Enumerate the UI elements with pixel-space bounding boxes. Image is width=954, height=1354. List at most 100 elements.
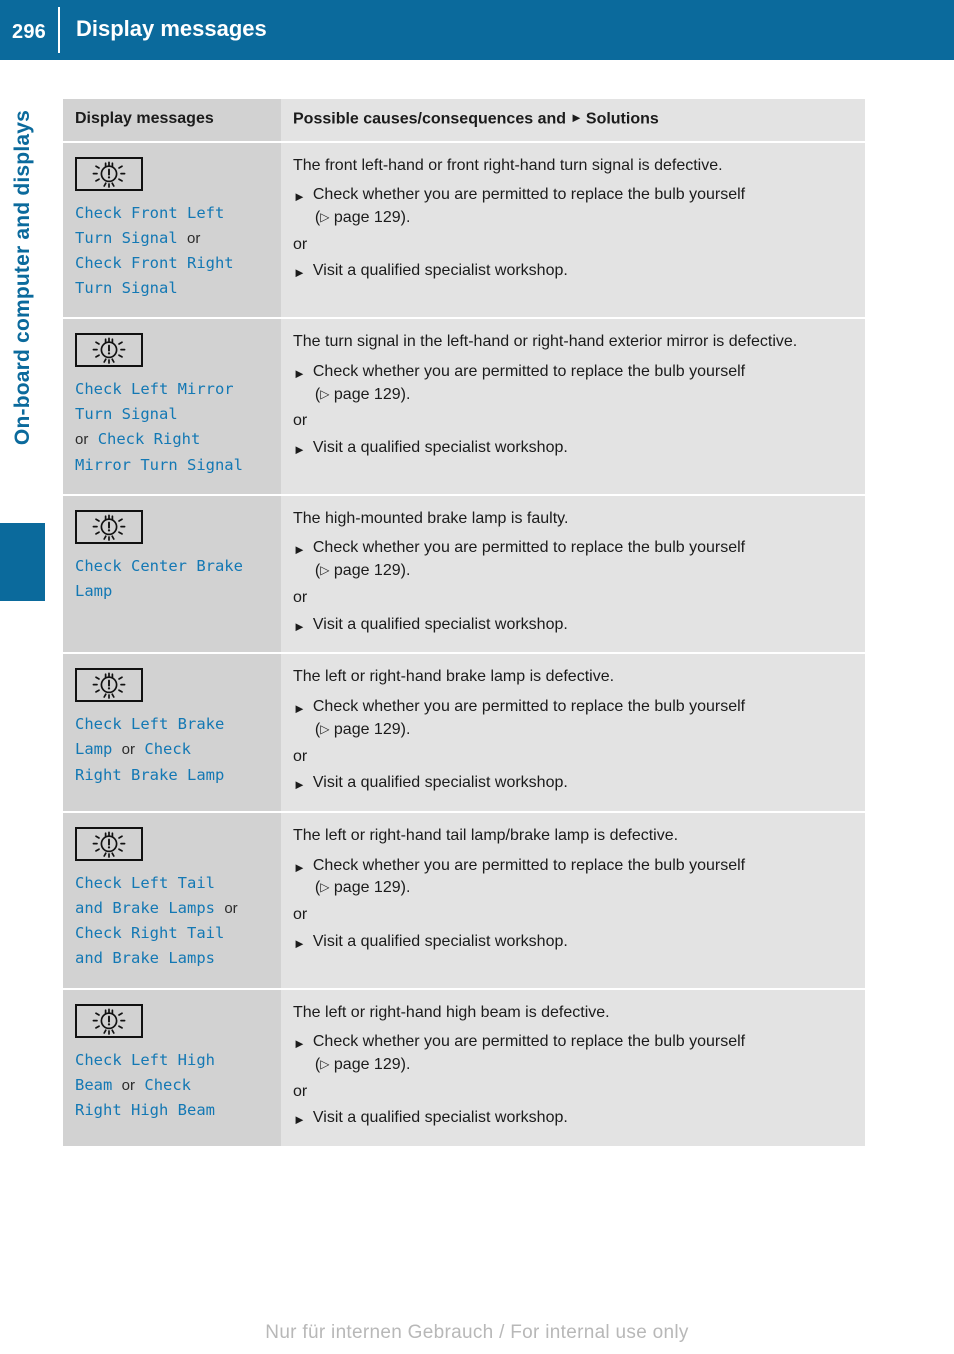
cause-text: The turn signal in the left-hand or righ… bbox=[293, 333, 798, 351]
solution-item: ► Check whether you are permitted to repl… bbox=[293, 184, 851, 229]
solution-body: Visit a qualified specialist workshop. bbox=[312, 262, 568, 280]
solution-text: Check whether you are permitted to repla… bbox=[312, 186, 746, 204]
column-header-causes-text: Possible causes/consequences and bbox=[293, 110, 567, 128]
display-message-line: Check Right Tail bbox=[75, 921, 273, 946]
outline-triangle-icon: ▷ bbox=[320, 209, 330, 224]
page-title: Display messages bbox=[76, 16, 267, 41]
cause-solution-cell: The high-mounted brake lamp is faulty. ► C… bbox=[281, 494, 865, 655]
message-conjunction: or bbox=[121, 741, 136, 759]
solution-item: ► Check whether you are permitted to repl… bbox=[293, 537, 851, 582]
solution-body: Visit a qualified specialist workshop. bbox=[312, 439, 568, 456]
solution-item: ► Visit a qualified specialist workshop. bbox=[293, 260, 851, 283]
message-code-fragment: Turn Signal bbox=[75, 228, 178, 247]
or-separator: or bbox=[293, 747, 308, 765]
column-header-causes-solutions: Possible causes/consequences and ► Solutio… bbox=[281, 99, 865, 143]
bulb-warning-icon bbox=[75, 156, 143, 191]
page-reference-text: page 129). bbox=[333, 385, 411, 403]
display-message-cell: Check Left Brake Lamp or Check Right Brake… bbox=[63, 653, 281, 813]
solution-item: ► Visit a qualified specialist workshop. bbox=[293, 1107, 851, 1130]
outline-triangle-icon: ▷ bbox=[320, 1057, 330, 1071]
table-row: Check Left High Beam or Check Right High B… bbox=[63, 988, 865, 1149]
solution-body: Check whether you are permitted to repla… bbox=[313, 696, 745, 741]
page-reference: (▷ page 129). bbox=[314, 879, 411, 897]
solid-triangle-icon: ► bbox=[293, 265, 306, 281]
display-message-text: Check Left Brake Lamp or Check Right Brake… bbox=[75, 712, 273, 788]
solution-body: Visit a qualified specialist workshop. bbox=[312, 774, 568, 792]
column-header-display-messages: Display messages bbox=[63, 99, 281, 143]
message-code-fragment: Check Left Tail bbox=[75, 873, 215, 892]
chapter-label: On-board computer and displays bbox=[0, 110, 46, 530]
display-message-cell: Check Front Left Turn Signal or Check Fro… bbox=[63, 141, 281, 320]
outline-triangle-icon: ▷ bbox=[320, 386, 330, 401]
display-message-line: Check Front Left bbox=[75, 201, 273, 226]
cause-text: The high-mounted brake lamp is faulty. bbox=[293, 509, 569, 527]
cause-solution-cell: The left or right-hand high beam is defe… bbox=[281, 988, 865, 1149]
solution-body: Check whether you are permitted to repla… bbox=[313, 855, 745, 900]
display-message-cell: Check Left Tail and Brake Lamps or Check R… bbox=[63, 811, 281, 990]
header-divider bbox=[58, 7, 60, 53]
message-code-fragment: Right Brake Lamp bbox=[75, 765, 225, 784]
display-message-line: and Brake Lamps or bbox=[75, 896, 273, 921]
table-row: Check Left Tail and Brake Lamps or Check R… bbox=[63, 811, 865, 990]
display-message-line: Check Center Brake bbox=[75, 554, 273, 579]
display-message-cell: Check Left Mirror Turn Signal or Check Rig… bbox=[63, 318, 281, 496]
page-reference-text: page 129). bbox=[333, 720, 411, 738]
cause-text: The left or right-hand brake lamp is def… bbox=[293, 668, 615, 686]
display-message-line: Check Left High bbox=[75, 1048, 273, 1073]
bulb-warning-icon bbox=[75, 333, 143, 368]
message-code-fragment: Check bbox=[144, 740, 192, 759]
page-reference: (▷ page 129). bbox=[314, 385, 411, 403]
solid-triangle-icon: ► bbox=[293, 618, 306, 634]
cause-solution-cell: The left or right-hand brake lamp is def… bbox=[281, 653, 865, 813]
display-message-text: Check Front Left Turn Signal or Check Fro… bbox=[75, 201, 273, 302]
page-header: 296 Display messages bbox=[0, 0, 954, 60]
or-separator: or bbox=[293, 1082, 308, 1100]
cause-text: The left or right-hand high beam is defe… bbox=[293, 1003, 610, 1021]
solid-triangle-icon: ► bbox=[293, 777, 306, 793]
bulb-warning-icon bbox=[75, 509, 143, 544]
solid-triangle-icon: ► bbox=[293, 701, 306, 717]
message-conjunction: or bbox=[75, 431, 89, 449]
message-code-fragment: Check Center Brake bbox=[75, 556, 243, 575]
message-code-fragment: Right High Beam bbox=[75, 1100, 215, 1119]
page-reference-text: page 129). bbox=[333, 1056, 411, 1073]
page-reference-text: page 129). bbox=[333, 879, 411, 897]
solution-text: Check whether you are permitted to repla… bbox=[312, 539, 746, 557]
message-code-fragment: Check Left Brake bbox=[75, 715, 225, 734]
display-message-cell: Check Left High Beam or Check Right High B… bbox=[63, 988, 281, 1149]
or-separator: or bbox=[293, 235, 308, 253]
display-message-line: Check Left Tail bbox=[75, 871, 273, 896]
outline-triangle-icon: ▷ bbox=[320, 721, 330, 736]
display-message-line: Lamp bbox=[75, 579, 273, 604]
solution-body: Check whether you are permitted to repla… bbox=[313, 184, 745, 229]
message-code-fragment: Mirror Turn Signal bbox=[75, 455, 243, 474]
display-message-line: Mirror Turn Signal bbox=[75, 453, 273, 478]
page-reference-text: page 129). bbox=[333, 562, 411, 580]
solid-triangle-icon: ► bbox=[293, 1036, 306, 1052]
display-message-line: or Check Right bbox=[75, 427, 273, 452]
bulb-warning-icon bbox=[75, 668, 143, 703]
solid-triangle-icon: ► bbox=[293, 859, 306, 875]
display-message-line: Check Front Right bbox=[75, 251, 273, 276]
solution-item: ► Visit a qualified specialist workshop. bbox=[293, 772, 851, 795]
message-code-fragment: Turn Signal bbox=[75, 279, 178, 298]
display-message-line: Turn Signal bbox=[75, 402, 273, 427]
page-reference: (▷ page 129). bbox=[314, 562, 411, 580]
cause-solution-cell: The turn signal in the left-hand or righ… bbox=[281, 318, 865, 496]
page-reference-text: page 129). bbox=[333, 208, 411, 226]
message-conjunction: or bbox=[187, 229, 201, 247]
message-code-fragment: Check Right bbox=[97, 430, 201, 449]
table-header-row: Display messages Possible causes/consequ… bbox=[63, 99, 865, 143]
footer-watermark: Nur für internen Gebrauch / For internal… bbox=[265, 1322, 689, 1343]
message-conjunction: or bbox=[121, 1076, 136, 1094]
solution-body: Visit a qualified specialist workshop. bbox=[312, 615, 568, 633]
cause-text: The front left-hand or front right-hand … bbox=[293, 156, 723, 174]
message-code-fragment: Beam bbox=[75, 1075, 113, 1094]
table-row: Check Left Mirror Turn Signal or Check Rig… bbox=[63, 318, 865, 496]
display-message-line: Check Left Brake bbox=[75, 712, 273, 737]
message-code-fragment: and Brake Lamps bbox=[75, 899, 215, 918]
table-row: Check Front Left Turn Signal or Check Fro… bbox=[63, 141, 865, 320]
page-reference: (▷ page 129). bbox=[314, 208, 411, 226]
solution-body: Check whether you are permitted to repla… bbox=[313, 537, 745, 582]
display-message-line: Lamp or Check bbox=[75, 737, 273, 762]
